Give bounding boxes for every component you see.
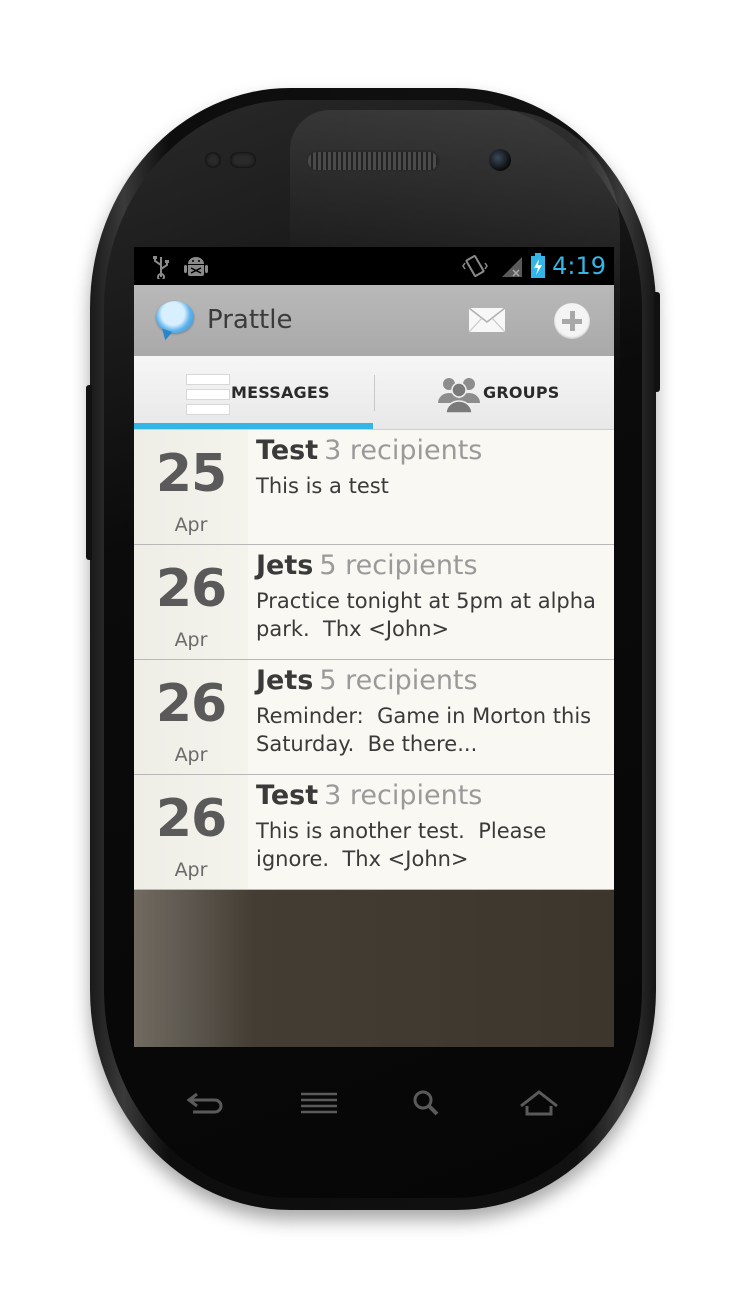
message-body: This is another test. Please ignore. Thx… [256,819,554,871]
vibrate-icon [462,255,488,277]
message-day: 25 [155,444,227,504]
prattle-logo-icon[interactable] [156,301,194,333]
message-body: Reminder: Game in Morton this Saturday. … [256,704,598,756]
message-recipients: 5 recipients [319,550,478,581]
app-title: Prattle [207,305,293,335]
message-header: Jets 5 recipients [256,664,478,698]
battery-charging-icon [531,253,545,278]
message-date: 26 Apr [134,545,248,659]
compose-mail-icon[interactable] [468,305,506,335]
light-sensor [230,152,256,168]
message-group: Jets [256,550,314,581]
tab-bar: MESSAGES GROUPS [134,356,614,430]
message-month: Apr [174,859,208,881]
message-recipients: 3 recipients [324,435,483,466]
usb-icon [153,256,169,279]
message-row[interactable]: 26 Apr Test 3 recipients This is another … [134,775,614,890]
message-day: 26 [155,674,227,734]
volume-button [86,385,92,560]
android-debug-icon [184,257,208,276]
signal-icon [502,257,522,277]
message-date: 26 Apr [134,660,248,774]
message-month: Apr [174,514,208,536]
message-month: Apr [174,629,208,651]
message-header: Jets 5 recipients [256,549,478,583]
action-bar: Prattle [134,285,614,356]
tab-messages-label: MESSAGES [231,383,330,402]
message-group: Test [256,780,319,811]
message-date: 26 Apr [134,775,248,889]
status-time: 4:19 [552,252,606,280]
earpiece-speaker [308,152,438,170]
message-header: Test 3 recipients [256,779,482,813]
message-row[interactable]: 25 Apr Test 3 recipients This is a test [134,430,614,545]
message-row[interactable]: 26 Apr Jets 5 recipients Reminder: Game i… [134,660,614,775]
tab-messages[interactable]: MESSAGES [134,356,373,429]
menu-icon[interactable] [297,1086,341,1122]
message-group: Test [256,435,319,466]
screen: 4:19 Prattle MESSAGES GROUPS 25 Apr Test… [134,247,614,1047]
message-recipients: 5 recipients [319,665,478,696]
message-month: Apr [174,744,208,766]
message-header: Test 3 recipients [256,434,482,468]
message-day: 26 [155,559,227,619]
status-bar: 4:19 [134,247,614,285]
message-body: This is a test [256,474,389,498]
message-group: Jets [256,665,314,696]
power-button [654,292,660,392]
message-list: 25 Apr Test 3 recipients This is a test 2… [134,430,614,890]
message-date: 25 Apr [134,430,248,544]
empty-list-area [134,890,614,1047]
tab-selected-indicator [134,423,373,429]
add-button[interactable] [554,303,590,339]
tab-groups-label: GROUPS [483,383,560,402]
home-icon[interactable] [517,1086,561,1122]
message-row[interactable]: 26 Apr Jets 5 recipients Practice tonight… [134,545,614,660]
back-icon[interactable] [183,1086,227,1122]
search-icon[interactable] [405,1086,449,1122]
message-recipients: 3 recipients [324,780,483,811]
groups-icon [438,378,480,413]
proximity-sensor [205,152,221,168]
message-body: Practice tonight at 5pm at alpha park. T… [256,589,603,641]
messages-icon [186,374,230,415]
message-day: 26 [155,789,227,849]
tab-groups[interactable]: GROUPS [375,356,614,429]
front-camera [489,149,511,171]
